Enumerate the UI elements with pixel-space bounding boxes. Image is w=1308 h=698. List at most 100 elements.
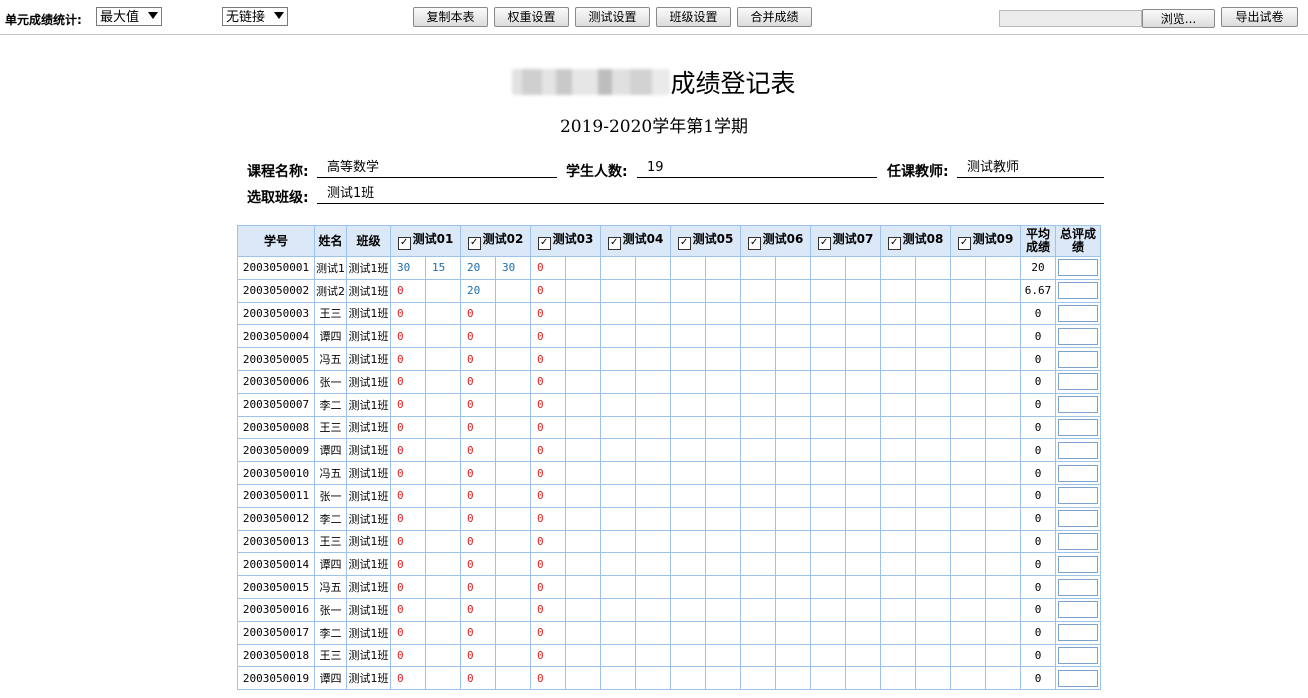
score-cell[interactable]	[635, 461, 671, 485]
score-cell[interactable]	[845, 278, 881, 303]
score-cell[interactable]	[740, 369, 776, 394]
score-cell[interactable]	[635, 347, 671, 371]
score-cell[interactable]: 0	[530, 256, 566, 280]
score-cell[interactable]	[915, 620, 951, 645]
score-cell[interactable]	[670, 324, 706, 349]
score-cell[interactable]	[495, 597, 531, 622]
score-cell[interactable]	[950, 369, 986, 394]
score-cell[interactable]	[845, 483, 881, 508]
score-cell[interactable]	[845, 347, 881, 371]
score-cell[interactable]	[985, 666, 1021, 691]
file-path-input[interactable]	[999, 10, 1142, 27]
total-score-input[interactable]	[1058, 327, 1098, 345]
score-cell[interactable]	[670, 461, 706, 485]
score-cell[interactable]	[600, 256, 636, 280]
score-cell[interactable]	[950, 529, 986, 554]
merge-scores-button[interactable]: 合并成绩	[737, 7, 812, 27]
score-cell[interactable]	[565, 278, 601, 303]
score-cell[interactable]	[740, 461, 776, 485]
score-cell[interactable]	[775, 552, 811, 577]
score-cell[interactable]	[705, 529, 741, 554]
score-cell[interactable]	[425, 552, 461, 577]
score-cell[interactable]	[740, 529, 776, 554]
score-cell[interactable]	[775, 324, 811, 349]
score-cell[interactable]: 0	[460, 369, 496, 394]
score-cell[interactable]	[635, 506, 671, 531]
score-cell[interactable]	[775, 278, 811, 303]
score-cell[interactable]	[880, 415, 916, 440]
score-cell[interactable]: 0	[460, 392, 496, 417]
score-cell[interactable]	[740, 324, 776, 349]
score-cell[interactable]	[705, 552, 741, 577]
score-cell[interactable]	[670, 392, 706, 417]
score-cell[interactable]	[495, 278, 531, 303]
score-cell[interactable]	[425, 278, 461, 303]
score-cell[interactable]: 0	[530, 347, 566, 371]
score-cell[interactable]	[670, 415, 706, 440]
score-cell[interactable]: 0	[390, 575, 426, 599]
score-cell[interactable]	[880, 552, 916, 577]
score-cell[interactable]: 0	[460, 438, 496, 463]
score-cell[interactable]	[565, 666, 601, 691]
total-score-input[interactable]	[1058, 259, 1098, 277]
score-cell[interactable]	[880, 529, 916, 554]
score-cell[interactable]	[880, 369, 916, 394]
score-cell[interactable]	[600, 301, 636, 326]
score-cell[interactable]	[600, 597, 636, 622]
score-cell[interactable]	[775, 597, 811, 622]
total-score-input[interactable]	[1058, 282, 1098, 300]
score-cell[interactable]	[950, 666, 986, 691]
checkbox-icon[interactable]: ✓	[677, 236, 691, 250]
score-cell[interactable]	[950, 324, 986, 349]
score-cell[interactable]: 0	[460, 552, 496, 577]
checkbox-icon[interactable]: ✓	[397, 236, 411, 250]
score-cell[interactable]	[495, 643, 531, 668]
score-cell[interactable]: 0	[460, 666, 496, 691]
score-cell[interactable]	[810, 552, 846, 577]
score-cell[interactable]	[495, 483, 531, 508]
score-cell[interactable]: 0	[460, 347, 496, 371]
total-score-input[interactable]	[1058, 510, 1098, 528]
score-cell[interactable]	[705, 415, 741, 440]
score-cell[interactable]	[740, 620, 776, 645]
score-cell[interactable]: 0	[460, 643, 496, 668]
score-cell[interactable]	[845, 506, 881, 531]
score-cell[interactable]	[495, 415, 531, 440]
score-cell[interactable]	[635, 483, 671, 508]
score-cell[interactable]: 0	[390, 461, 426, 485]
score-cell[interactable]	[670, 597, 706, 622]
score-cell[interactable]	[985, 369, 1021, 394]
checkbox-icon[interactable]: ✓	[957, 236, 971, 250]
export-paper-button[interactable]: 导出试卷	[1221, 7, 1298, 27]
score-cell[interactable]	[425, 506, 461, 531]
score-cell[interactable]	[810, 666, 846, 691]
score-cell[interactable]: 30	[495, 256, 531, 280]
total-score-input[interactable]	[1058, 373, 1098, 391]
score-cell[interactable]	[635, 552, 671, 577]
score-cell[interactable]	[565, 392, 601, 417]
score-cell[interactable]	[705, 278, 741, 303]
score-cell[interactable]	[600, 552, 636, 577]
score-cell[interactable]	[635, 324, 671, 349]
total-score-input[interactable]	[1058, 646, 1098, 664]
score-cell[interactable]	[740, 301, 776, 326]
header-test-08[interactable]: ✓ 测试08	[880, 225, 951, 257]
score-cell[interactable]	[705, 438, 741, 463]
score-cell[interactable]	[810, 324, 846, 349]
score-cell[interactable]	[670, 529, 706, 554]
score-cell[interactable]: 0	[530, 392, 566, 417]
score-cell[interactable]	[880, 347, 916, 371]
score-cell[interactable]	[915, 369, 951, 394]
score-cell[interactable]: 0	[530, 506, 566, 531]
checkbox-icon[interactable]: ✓	[747, 236, 761, 250]
score-cell[interactable]	[775, 643, 811, 668]
score-cell[interactable]	[985, 256, 1021, 280]
score-cell[interactable]	[950, 415, 986, 440]
score-cell[interactable]	[915, 461, 951, 485]
score-cell[interactable]: 0	[390, 666, 426, 691]
score-cell[interactable]: 0	[530, 575, 566, 599]
score-cell[interactable]: 0	[530, 666, 566, 691]
score-cell[interactable]	[810, 620, 846, 645]
score-cell[interactable]	[670, 301, 706, 326]
score-cell[interactable]: 0	[530, 369, 566, 394]
